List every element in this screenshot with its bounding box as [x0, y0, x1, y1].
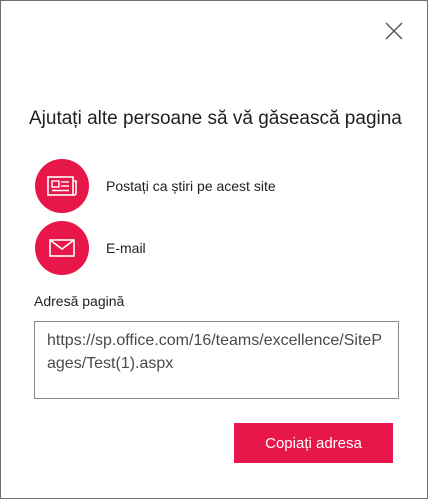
page-address-label: Adresă pagină: [34, 293, 125, 309]
post-as-news-label: Postați ca știri pe acest site: [106, 178, 276, 194]
copy-address-button[interactable]: Copiați adresa: [234, 423, 393, 463]
dialog-title: Ajutați alte persoane să vă găsească pag…: [29, 108, 402, 129]
email-label: E-mail: [106, 240, 146, 256]
share-dialog: Ajutați alte persoane să vă găsească pag…: [0, 0, 428, 499]
news-circle: [35, 159, 89, 213]
page-address-field[interactable]: https://sp.office.com/16/teams/excellenc…: [34, 321, 399, 399]
news-icon: [47, 176, 77, 196]
email-circle: [35, 221, 89, 275]
mail-icon: [49, 239, 75, 257]
close-button[interactable]: [381, 18, 407, 44]
close-icon: [385, 22, 403, 40]
post-as-news-button[interactable]: Postați ca știri pe acest site: [35, 159, 276, 213]
email-button[interactable]: E-mail: [35, 221, 146, 275]
